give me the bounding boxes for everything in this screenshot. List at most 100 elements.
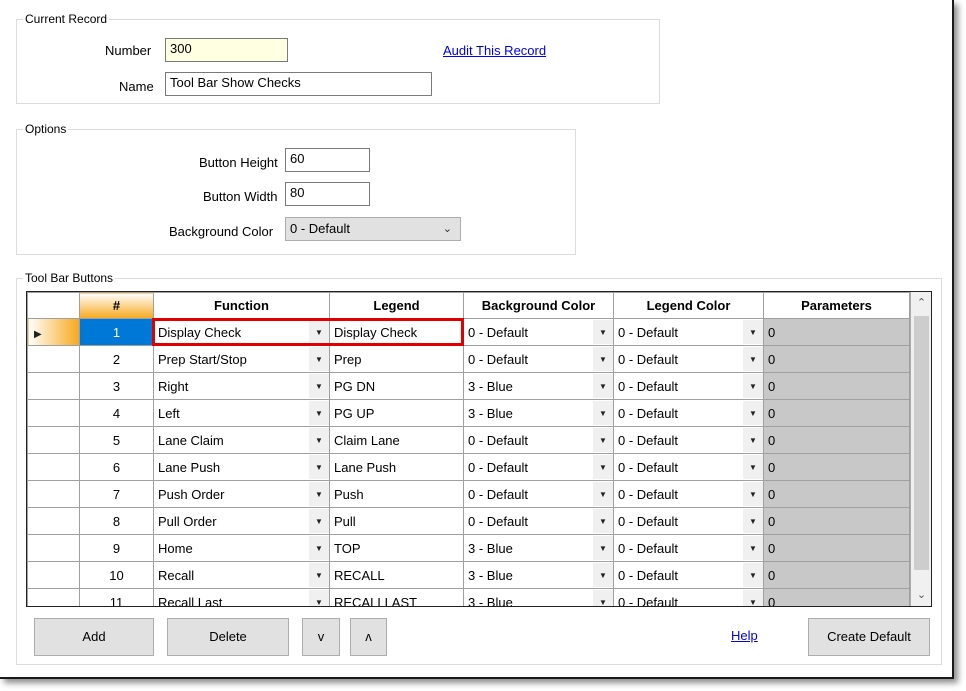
move-up-button[interactable]: ʌ [350,618,387,656]
table-row[interactable]: 6 Lane Push ▼ Lane Push 0 - Default ▼ 0 - Defa… [27,453,910,481]
table-row[interactable]: 5 Lane Claim ▼ Claim Lane 0 - Default ▼ 0 - De… [27,426,910,454]
help-link[interactable]: Help [731,628,758,643]
table-row[interactable]: 3 Right ▼ PG DN 3 - Blue ▼ 0 - Default ▼ 0 [27,372,910,400]
add-button[interactable]: Add [34,618,154,656]
row-header[interactable] [27,372,80,400]
legend-color-cell[interactable]: 0 - Default ▼ [613,588,764,606]
name-field[interactable]: Tool Bar Show Checks [165,72,432,96]
legend-color-cell[interactable]: 0 - Default ▼ [613,534,764,562]
background-color-cell[interactable]: 3 - Blue ▼ [463,534,614,562]
column-header-legend[interactable]: Legend [329,292,464,319]
function-cell[interactable]: Right ▼ [153,372,330,400]
move-down-button[interactable]: v [302,618,340,656]
background-color-cell[interactable]: 3 - Blue ▼ [463,399,614,427]
legend-color-cell[interactable]: 0 - Default ▼ [613,372,764,400]
audit-record-link[interactable]: Audit This Record [443,43,546,58]
legend-cell[interactable]: Prep [329,345,464,373]
dropdown-arrow-icon[interactable]: ▼ [593,590,613,606]
legend-color-cell[interactable]: 0 - Default ▼ [613,561,764,589]
legend-color-cell[interactable]: 0 - Default ▼ [613,480,764,508]
row-number-cell[interactable]: 7 [79,480,154,508]
dropdown-arrow-icon[interactable]: ▼ [593,455,613,479]
grid-vertical-scrollbar[interactable]: ⌃ ⌄ [911,292,931,606]
dropdown-arrow-icon[interactable]: ▼ [309,428,329,452]
legend-cell[interactable]: RECALLLAST [329,588,464,606]
row-header[interactable] [27,507,80,535]
parameters-cell[interactable]: 0 [763,399,910,427]
legend-color-cell[interactable]: 0 - Default ▼ [613,453,764,481]
background-color-cell[interactable]: 3 - Blue ▼ [463,561,614,589]
dropdown-arrow-icon[interactable]: ▼ [743,482,763,506]
row-number-cell[interactable]: 6 [79,453,154,481]
legend-cell[interactable]: RECALL [329,561,464,589]
parameters-cell[interactable]: 0 [763,426,910,454]
row-number-cell[interactable]: 5 [79,426,154,454]
background-color-cell[interactable]: 0 - Default ▼ [463,426,614,454]
dropdown-arrow-icon[interactable]: ▼ [593,320,613,344]
column-header-function[interactable]: Function [153,292,330,319]
dropdown-arrow-icon[interactable]: ▼ [309,509,329,533]
delete-button[interactable]: Delete [167,618,289,656]
background-color-select[interactable]: 0 - Default ⌄ [285,217,461,241]
parameters-cell[interactable]: 0 [763,561,910,589]
legend-cell[interactable]: Pull [329,507,464,535]
dropdown-arrow-icon[interactable]: ▼ [593,347,613,371]
row-number-cell[interactable]: 11 [79,588,154,606]
dropdown-arrow-icon[interactable]: ▼ [593,374,613,398]
table-row[interactable]: 10 Recall ▼ RECALL 3 - Blue ▼ 0 - Default ▼ 0 [27,561,910,589]
dropdown-arrow-icon[interactable]: ▼ [743,455,763,479]
legend-cell[interactable]: TOP [329,534,464,562]
dropdown-arrow-icon[interactable]: ▼ [593,428,613,452]
table-row[interactable]: 4 Left ▼ PG UP 3 - Blue ▼ 0 - Default ▼ 0 [27,399,910,427]
parameters-cell[interactable]: 0 [763,453,910,481]
dropdown-arrow-icon[interactable]: ▼ [743,347,763,371]
button-width-field[interactable]: 80 [285,182,370,206]
dropdown-arrow-icon[interactable]: ▼ [743,590,763,606]
dropdown-arrow-icon[interactable]: ▼ [309,590,329,606]
row-header[interactable] [27,561,80,589]
legend-color-cell[interactable]: 0 - Default ▼ [613,345,764,373]
dropdown-arrow-icon[interactable]: ▼ [743,563,763,587]
dropdown-arrow-icon[interactable]: ▼ [309,455,329,479]
row-header[interactable] [27,588,80,606]
row-number-cell[interactable]: 2 [79,345,154,373]
function-cell[interactable]: Display Check ▼ [153,318,330,346]
parameters-cell[interactable]: 0 [763,588,910,606]
row-header[interactable] [27,345,80,373]
row-header[interactable] [27,399,80,427]
dropdown-arrow-icon[interactable]: ▼ [743,374,763,398]
row-header[interactable] [27,534,80,562]
function-cell[interactable]: Push Order ▼ [153,480,330,508]
dropdown-arrow-icon[interactable]: ▼ [309,401,329,425]
dropdown-arrow-icon[interactable]: ▼ [593,509,613,533]
scroll-down-icon[interactable]: ⌄ [912,584,931,606]
row-number-cell[interactable]: 1 [79,318,154,346]
legend-color-cell[interactable]: 0 - Default ▼ [613,399,764,427]
legend-color-cell[interactable]: 0 - Default ▼ [613,318,764,346]
dropdown-arrow-icon[interactable]: ▼ [593,563,613,587]
function-cell[interactable]: Recall Last ▼ [153,588,330,606]
function-cell[interactable]: Lane Push ▼ [153,453,330,481]
dropdown-arrow-icon[interactable]: ▼ [743,401,763,425]
button-height-field[interactable]: 60 [285,148,370,172]
legend-cell[interactable]: Push [329,480,464,508]
scrollbar-thumb[interactable] [914,316,929,570]
parameters-cell[interactable]: 0 [763,507,910,535]
table-row[interactable]: 9 Home ▼ TOP 3 - Blue ▼ 0 - Default ▼ 0 [27,534,910,562]
function-cell[interactable]: Home ▼ [153,534,330,562]
row-header[interactable] [27,453,80,481]
function-cell[interactable]: Left ▼ [153,399,330,427]
dropdown-arrow-icon[interactable]: ▼ [593,401,613,425]
legend-color-cell[interactable]: 0 - Default ▼ [613,507,764,535]
parameters-cell[interactable]: 0 [763,318,910,346]
row-header[interactable] [27,480,80,508]
parameters-cell[interactable]: 0 [763,534,910,562]
background-color-cell[interactable]: 0 - Default ▼ [463,507,614,535]
dropdown-arrow-icon[interactable]: ▼ [309,374,329,398]
row-number-cell[interactable]: 9 [79,534,154,562]
toolbar-buttons-grid[interactable]: # Function Legend Background Color Legen… [26,291,932,607]
legend-cell[interactable]: Lane Push [329,453,464,481]
dropdown-arrow-icon[interactable]: ▼ [743,536,763,560]
background-color-cell[interactable]: 0 - Default ▼ [463,318,614,346]
table-row[interactable]: 11 Recall Last ▼ RECALLLAST 3 - Blue ▼ 0 - Def… [27,588,910,606]
